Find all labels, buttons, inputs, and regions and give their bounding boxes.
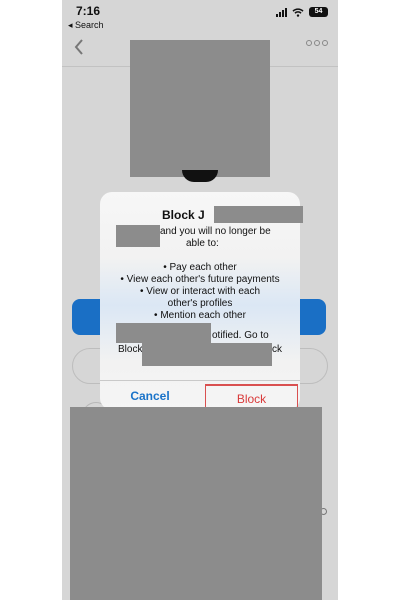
signal-icon	[276, 7, 287, 17]
redacted-name-line2	[116, 225, 160, 247]
more-options-icon[interactable]	[306, 40, 328, 46]
dialog-text-line2: able to:	[186, 238, 219, 249]
dialog-footer-line2-start: Block	[118, 344, 143, 355]
list-item: • View each other's future payments	[120, 274, 280, 285]
back-to-search-link[interactable]: ◂ Search	[68, 20, 104, 31]
redacted-name	[214, 206, 303, 223]
battery-icon: 54	[309, 7, 328, 17]
list-item: other's profiles	[167, 298, 233, 309]
dialog-text-line1: and you will no longer be	[160, 226, 271, 237]
redacted-footer-link	[142, 343, 272, 366]
cancel-button[interactable]: Cancel	[100, 381, 200, 410]
restriction-list: • Pay each other • View each other's fut…	[100, 262, 300, 322]
phone-screen: 7:16 ◂ Search 54 Block J and you will no…	[62, 0, 338, 600]
avatar	[182, 170, 218, 182]
dialog-footer-line1: otified. Go to	[212, 330, 269, 341]
redacted-profile-image	[130, 40, 270, 177]
wifi-icon	[292, 7, 304, 17]
status-time: 7:16	[76, 4, 101, 18]
redacted-content-area	[70, 407, 322, 600]
list-item: • Pay each other	[163, 262, 237, 273]
list-item: • View or interact with each	[139, 286, 261, 297]
back-chevron-icon[interactable]	[68, 36, 90, 58]
dialog-title: Block J	[162, 208, 205, 222]
status-indicators: 54	[276, 7, 328, 17]
dialog-footer-line2-end: ck	[272, 344, 282, 355]
list-item: • Mention each other	[154, 310, 246, 321]
redacted-footer-text	[116, 323, 211, 343]
